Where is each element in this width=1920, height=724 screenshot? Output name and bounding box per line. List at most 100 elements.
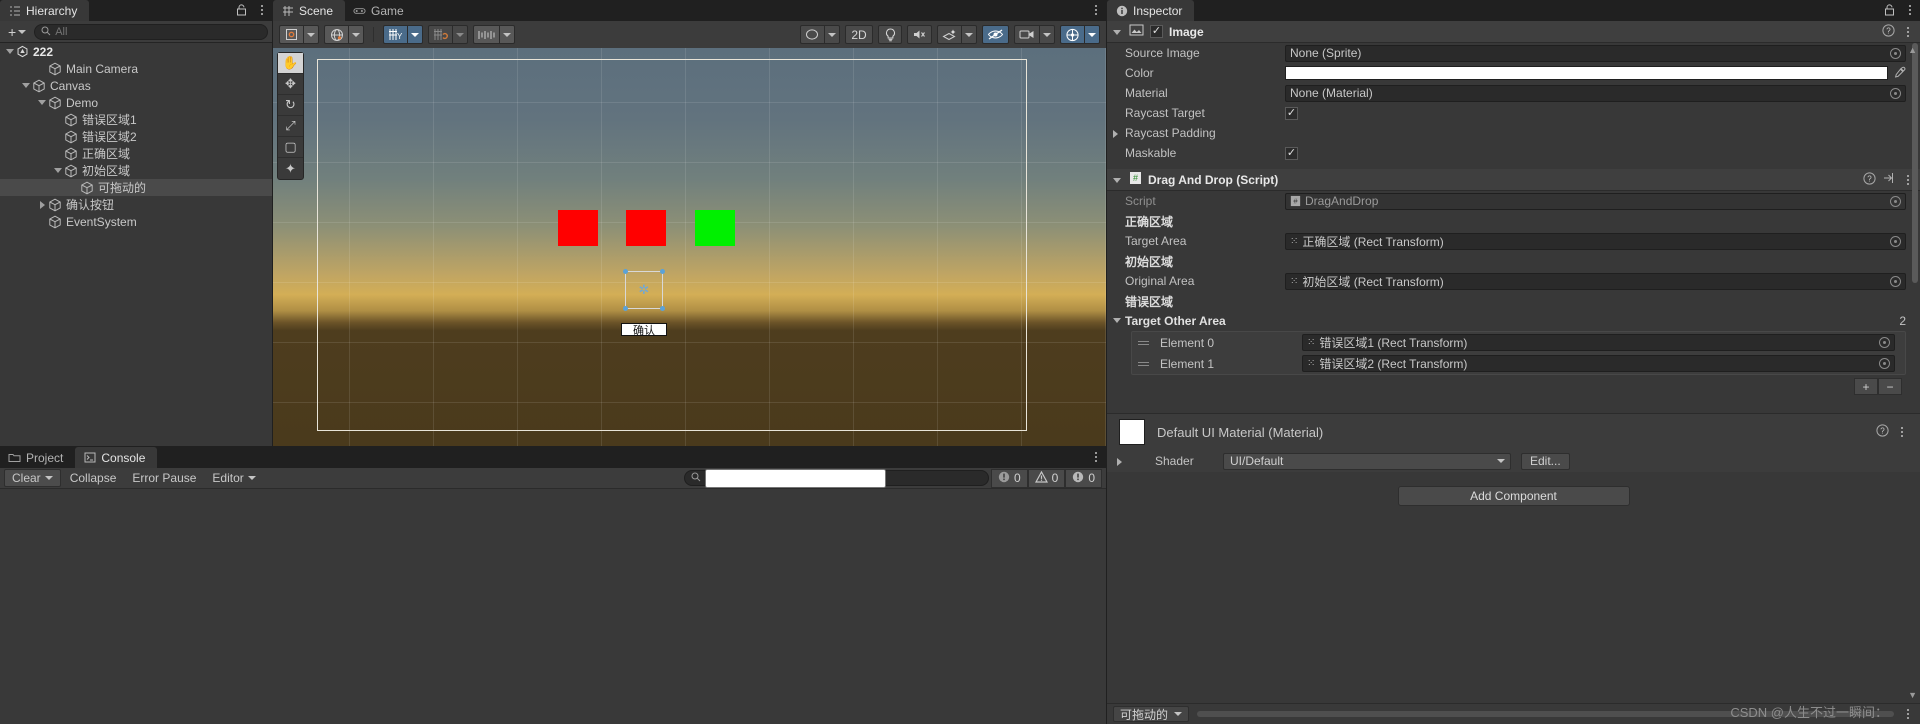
gizmo-handle-br[interactable] (660, 306, 665, 311)
grid-axis-dropdown[interactable] (407, 25, 423, 44)
chevron-down-icon[interactable] (1113, 27, 1123, 37)
array-element-row-0[interactable]: Element 0 ⁙ 错误区域1 (Rect Transform) (1132, 332, 1905, 353)
hierarchy-item-5[interactable]: 错误区域2 (0, 128, 272, 145)
hand-tool[interactable]: ✋ (278, 53, 303, 74)
tab-scene[interactable]: Scene (273, 0, 346, 21)
array-element-row-1[interactable]: Element 1 ⁙ 错误区域2 (Rect Transform) (1132, 353, 1905, 374)
handle-space-group[interactable] (324, 25, 364, 44)
chevron-right-icon[interactable] (1113, 130, 1118, 138)
hierarchy-search[interactable] (34, 23, 268, 40)
collapse-toggle[interactable]: Collapse (63, 469, 124, 487)
array-remove-button[interactable]: − (1878, 378, 1902, 395)
hierarchy-item-4[interactable]: 错误区域1 (0, 111, 272, 128)
inspector-menu-icon[interactable] (1904, 3, 1916, 17)
status-menu-icon[interactable] (1902, 707, 1914, 721)
pivot-center-icon[interactable] (279, 25, 303, 44)
tab-game[interactable]: Game (345, 0, 416, 21)
effects-icon[interactable] (937, 25, 961, 44)
rect-tool[interactable]: ▢ (278, 137, 303, 158)
create-gameobject-button[interactable]: + (4, 23, 30, 40)
global-space-icon[interactable] (324, 25, 348, 44)
hierarchy-search-input[interactable] (55, 25, 261, 38)
scene-camera-group[interactable] (1014, 25, 1055, 44)
scene-viewport[interactable]: ✲ 确认 ✋ ✥ ↻ ⤢ ▢ ✦ (273, 48, 1106, 446)
hierarchy-item-0[interactable]: 222 (0, 43, 272, 60)
error-pause-toggle[interactable]: Error Pause (125, 469, 203, 487)
错误区域2-rect[interactable] (626, 210, 666, 246)
gizmos-dropdown[interactable] (1084, 25, 1100, 44)
object-picker-icon[interactable] (1879, 337, 1890, 348)
array-add-button[interactable]: + (1854, 378, 1878, 395)
object-picker-icon[interactable] (1890, 47, 1901, 59)
inspector-scrollbar[interactable] (1911, 43, 1919, 702)
scene-camera-icon[interactable] (1014, 25, 1039, 44)
错误区域1-rect[interactable] (558, 210, 598, 246)
help-icon[interactable]: ? (1882, 23, 1895, 40)
chevron-down-icon[interactable] (1113, 175, 1123, 185)
hierarchy-item-7[interactable]: 初始区域 (0, 162, 272, 179)
gizmo-handle-tr[interactable] (660, 269, 665, 274)
image-component-menu-icon[interactable] (1902, 25, 1914, 39)
help-icon[interactable]: ? (1876, 424, 1889, 440)
tab-console[interactable]: Console (75, 447, 158, 468)
toggle-2d-button[interactable]: 2D (845, 25, 873, 44)
lock-icon[interactable] (1884, 3, 1896, 17)
gizmo-handle-bl[interactable] (623, 306, 628, 311)
pivot-mode-group[interactable] (279, 25, 319, 44)
console-message-list[interactable] (0, 489, 1106, 724)
rotate-tool[interactable]: ↻ (278, 95, 303, 116)
object-picker-icon[interactable] (1879, 358, 1890, 369)
console-search[interactable] (683, 468, 989, 488)
hierarchy-item-3[interactable]: Demo (0, 94, 272, 111)
hierarchy-item-9[interactable]: 确认按钮 (0, 196, 272, 213)
object-field[interactable]: ⁙ 初始区域 (Rect Transform) (1285, 272, 1906, 290)
effects-dropdown[interactable] (961, 25, 977, 44)
image-enabled-checkbox[interactable]: ✓ (1150, 25, 1163, 38)
move-tool[interactable]: ✥ (278, 74, 303, 95)
status-object-dropdown[interactable]: 可拖动的 (1113, 706, 1190, 722)
object-field[interactable]: ⁙ 正确区域 (Rect Transform) (1285, 232, 1906, 250)
handle-space-dropdown[interactable] (348, 25, 364, 44)
hidden-objects-icon[interactable] (982, 25, 1009, 44)
gizmos-icon[interactable] (1060, 25, 1084, 44)
tab-hierarchy[interactable]: Hierarchy (0, 0, 90, 21)
object-field[interactable]: ⁙ 错误区域2 (Rect Transform) (1302, 355, 1895, 372)
grid-visibility-icon[interactable]: Y (383, 25, 407, 44)
color-field[interactable] (1285, 66, 1888, 80)
scene-menu-icon[interactable] (1090, 3, 1102, 17)
scale-tool[interactable]: ⤢ (278, 116, 303, 137)
grid-axis-group[interactable]: Y (383, 25, 423, 44)
twirl-open-icon[interactable] (36, 94, 48, 111)
editor-dropdown[interactable]: Editor (205, 469, 262, 487)
drag-handle-icon[interactable] (1138, 340, 1150, 345)
material-menu-icon[interactable] (1896, 425, 1908, 439)
help-icon[interactable]: ? (1863, 171, 1876, 188)
snap-increment-group[interactable] (473, 25, 515, 44)
shading-mode-group[interactable] (800, 25, 840, 44)
error-count[interactable]: 0 (1065, 468, 1102, 488)
transform-tool[interactable]: ✦ (278, 158, 303, 179)
object-field[interactable]: ⁙ 错误区域1 (Rect Transform) (1302, 334, 1895, 351)
scene-camera-dropdown[interactable] (1039, 25, 1055, 44)
warning-count[interactable]: 0 (1027, 468, 1066, 488)
tab-inspector[interactable]: Inspector (1107, 0, 1195, 21)
lock-icon[interactable] (236, 3, 248, 17)
script-field-value[interactable]: # DragAndDrop (1285, 192, 1906, 210)
array-size-value[interactable]: 2 (1899, 314, 1906, 328)
drag-handle-icon[interactable] (1138, 361, 1150, 366)
chevron-down-icon[interactable] (1113, 318, 1121, 327)
lighting-icon[interactable] (878, 25, 902, 44)
object-field[interactable]: None (Sprite) (1285, 44, 1906, 62)
gizmos-group[interactable] (1060, 25, 1100, 44)
twirl-open-icon[interactable] (20, 77, 32, 94)
twirl-closed-icon[interactable] (36, 196, 48, 213)
正确区域-rect[interactable] (695, 210, 735, 246)
pivot-dropdown[interactable] (303, 25, 319, 44)
effects-group[interactable] (937, 25, 977, 44)
scroll-down-icon[interactable]: ▼ (1908, 690, 1917, 700)
target-other-area-row[interactable]: Target Other Area 2 (1107, 311, 1920, 331)
hierarchy-menu-icon[interactable] (256, 3, 268, 17)
eyedropper-icon[interactable] (1894, 66, 1906, 81)
object-picker-icon[interactable] (1890, 87, 1901, 99)
console-menu-icon[interactable] (1090, 450, 1102, 464)
